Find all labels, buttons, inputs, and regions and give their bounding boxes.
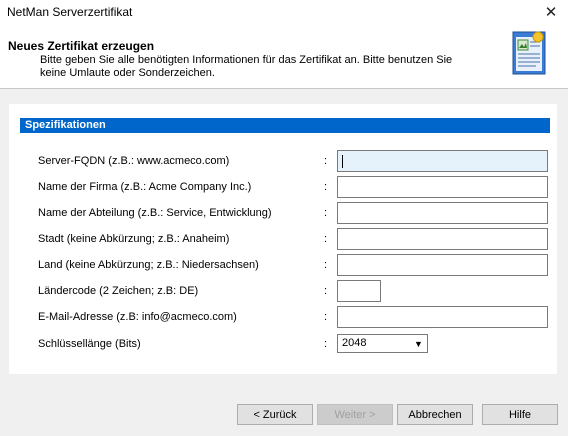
email-input[interactable] — [337, 306, 548, 328]
field-row-keylength: Schlüssellänge (Bits) : 2048 ▼ — [9, 333, 557, 357]
country-code-input[interactable] — [337, 280, 381, 302]
field-colon: : — [324, 233, 328, 245]
company-name-input[interactable] — [337, 176, 548, 198]
dialog-body: Spezifikationen Server-FQDN (z.B.: www.a… — [0, 89, 568, 436]
field-label: Server-FQDN (z.B.: www.acmeco.com) — [38, 155, 230, 167]
field-label: Stadt (keine Abkürzung; z.B.: Anaheim) — [38, 233, 230, 245]
field-label: Schlüssellänge (Bits) — [38, 338, 141, 350]
department-input[interactable] — [337, 202, 548, 224]
help-button[interactable]: Hilfe — [482, 404, 558, 425]
wizard-header: Neues Zertifikat erzeugen Bitte geben Si… — [0, 24, 568, 87]
chevron-down-icon[interactable]: ▼ — [411, 336, 426, 351]
field-row-email: E-Mail-Adresse (z.B: info@acmeco.com) : — [9, 306, 557, 330]
field-label: Name der Abteilung (z.B.: Service, Entwi… — [38, 207, 272, 219]
cancel-button[interactable]: Abbrechen — [397, 404, 473, 425]
section-header: Spezifikationen — [20, 118, 550, 133]
key-length-select[interactable]: 2048 ▼ — [337, 334, 428, 353]
server-fqdn-input[interactable] — [337, 150, 548, 172]
header-description: Bitte geben Sie alle benötigten Informat… — [40, 54, 453, 79]
next-button[interactable]: Weiter > — [317, 404, 393, 425]
field-label: E-Mail-Adresse (z.B: info@acmeco.com) — [38, 311, 237, 323]
field-colon: : — [324, 311, 328, 323]
field-colon: : — [324, 155, 328, 167]
window-title: NetMan Serverzertifikat — [7, 5, 133, 19]
field-row-city: Stadt (keine Abkürzung; z.B.: Anaheim) : — [9, 228, 557, 252]
field-colon: : — [324, 338, 328, 350]
city-input[interactable] — [337, 228, 548, 250]
field-colon: : — [324, 181, 328, 193]
header-title: Neues Zertifikat erzeugen — [8, 39, 155, 53]
field-colon: : — [324, 259, 328, 271]
close-icon[interactable]: ✕ — [534, 0, 568, 24]
field-row-department: Name der Abteilung (z.B.: Service, Entwi… — [9, 202, 557, 226]
field-row-country-code: Ländercode (2 Zeichen; z.B: DE) : — [9, 280, 557, 304]
field-row-company: Name der Firma (z.B.: Acme Company Inc.)… — [9, 176, 557, 200]
back-button[interactable]: < Zurück — [237, 404, 313, 425]
field-colon: : — [324, 207, 328, 219]
field-label: Ländercode (2 Zeichen; z.B: DE) — [38, 285, 199, 297]
field-colon: : — [324, 285, 328, 297]
key-length-value: 2048 — [342, 337, 367, 349]
field-row-state: Land (keine Abkürzung; z.B.: Niedersachs… — [9, 254, 557, 278]
field-row-fqdn: Server-FQDN (z.B.: www.acmeco.com) : — [9, 150, 557, 174]
form-panel: Spezifikationen Server-FQDN (z.B.: www.a… — [9, 104, 557, 374]
field-label: Land (keine Abkürzung; z.B.: Niedersachs… — [38, 259, 259, 271]
field-label: Name der Firma (z.B.: Acme Company Inc.) — [38, 181, 252, 193]
title-bar: NetMan Serverzertifikat ✕ — [0, 0, 568, 24]
state-input[interactable] — [337, 254, 548, 276]
certificate-wizard-icon — [512, 31, 546, 75]
